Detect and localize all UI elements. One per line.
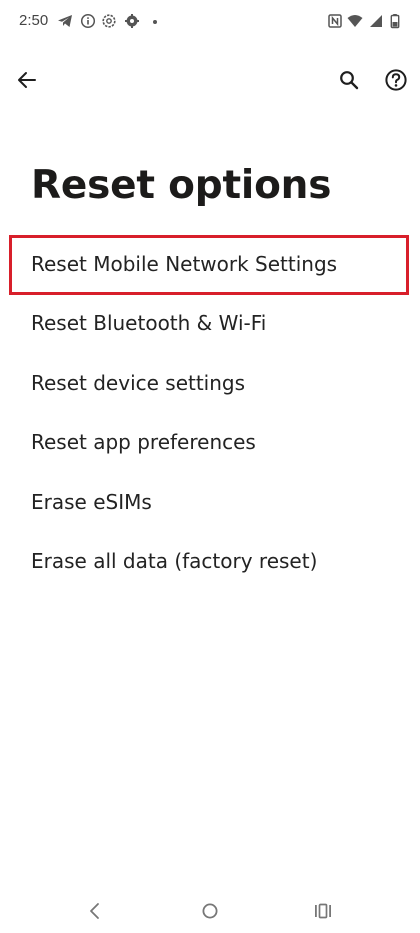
option-erase-all-data[interactable]: Erase all data (factory reset) — [0, 532, 420, 592]
status-time: 2:50 — [19, 12, 49, 29]
nav-recents-button[interactable] — [306, 894, 340, 928]
page-title: Reset options — [31, 163, 332, 208]
option-erase-esims[interactable]: Erase eSIMs — [0, 472, 420, 532]
option-label: Erase all data (factory reset) — [31, 549, 318, 574]
signal-icon — [368, 13, 384, 29]
battery-icon — [387, 13, 403, 29]
top-app-bar — [0, 58, 420, 106]
back-button[interactable] — [7, 60, 47, 100]
help-circle-icon — [385, 69, 407, 91]
option-label: Reset device settings — [31, 370, 246, 395]
settings-outline-icon — [101, 13, 117, 29]
option-label: Reset app preferences — [31, 430, 256, 455]
option-label: Erase eSIMs — [31, 489, 152, 514]
option-label: Reset Bluetooth & Wi-Fi — [31, 311, 267, 336]
option-reset-mobile-network-settings[interactable]: Reset Mobile Network Settings — [0, 234, 420, 294]
telegram-icon — [57, 13, 73, 29]
dot-icon — [147, 13, 163, 29]
wifi-icon — [347, 13, 363, 29]
help-button[interactable] — [376, 60, 416, 100]
arrow-left-icon — [18, 72, 36, 88]
search-icon — [340, 71, 359, 90]
option-reset-bluetooth-wifi[interactable]: Reset Bluetooth & Wi-Fi — [0, 294, 420, 354]
nfc-icon — [327, 13, 343, 29]
status-bar: 2:50 — [0, 0, 420, 44]
option-reset-app-preferences[interactable]: Reset app preferences — [0, 413, 420, 473]
option-label: Reset Mobile Network Settings — [31, 251, 338, 276]
nav-recents-icon — [315, 903, 331, 919]
info-icon — [80, 13, 96, 29]
option-reset-device-settings[interactable]: Reset device settings — [0, 353, 420, 413]
nav-home-icon — [202, 903, 218, 919]
nav-home-button[interactable] — [193, 894, 227, 928]
gear-icon — [124, 13, 140, 29]
nav-back-button[interactable] — [78, 894, 112, 928]
navigation-bar — [0, 888, 420, 933]
search-button[interactable] — [329, 60, 369, 100]
reset-options-list: Reset Mobile Network Settings Reset Blue… — [0, 234, 420, 591]
nav-back-icon — [90, 903, 99, 919]
